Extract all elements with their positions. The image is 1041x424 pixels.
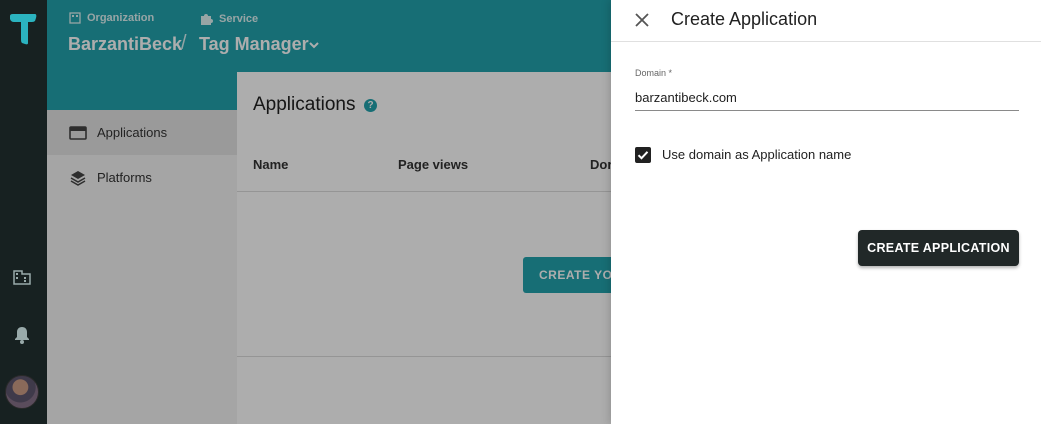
- bell-icon[interactable]: [11, 324, 33, 346]
- left-rail: [0, 0, 47, 424]
- modal-backdrop[interactable]: [47, 0, 611, 424]
- use-domain-checkbox[interactable]: [635, 147, 651, 163]
- use-domain-label[interactable]: Use domain as Application name: [662, 147, 851, 162]
- create-application-drawer: Create Application Domain * Use domain a…: [611, 0, 1041, 424]
- logo-icon[interactable]: [8, 12, 38, 46]
- drawer-header: Create Application: [611, 0, 1041, 42]
- drawer-title: Create Application: [671, 9, 818, 29]
- checkmark-icon: [637, 151, 649, 160]
- create-application-button[interactable]: CREATE APPLICATION: [858, 230, 1019, 266]
- close-icon[interactable]: [633, 11, 651, 29]
- building-icon[interactable]: [11, 266, 33, 288]
- avatar[interactable]: [5, 375, 39, 409]
- domain-field[interactable]: [635, 84, 1019, 111]
- domain-label: Domain *: [635, 68, 673, 78]
